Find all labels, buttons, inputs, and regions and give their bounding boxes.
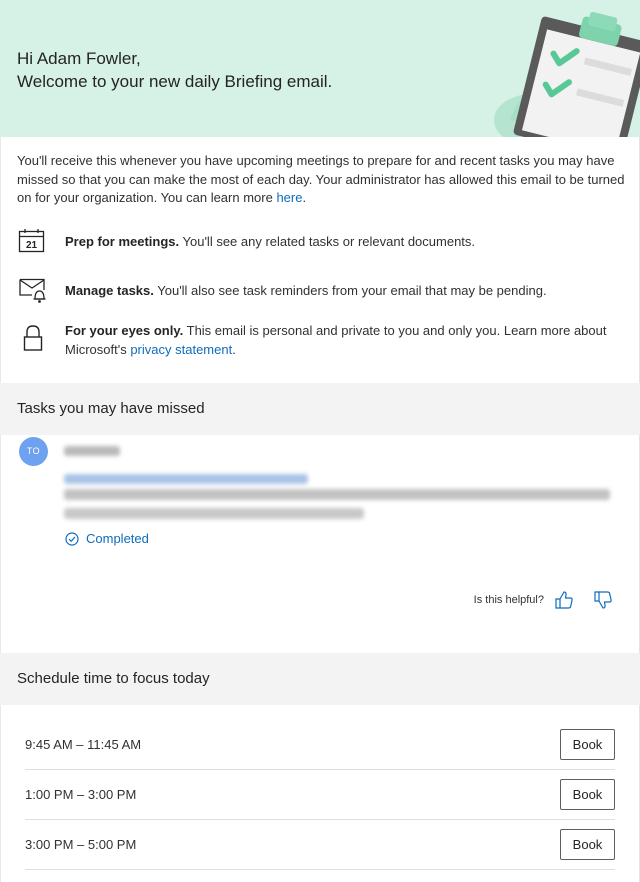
- book-button[interactable]: Book: [560, 729, 615, 760]
- feature-bold: Prep for meetings.: [65, 234, 180, 249]
- tasks-section-header: Tasks you may have missed: [0, 383, 640, 435]
- redacted-subject[interactable]: [64, 474, 308, 484]
- status-label: Completed: [86, 531, 149, 546]
- greeting: Hi Adam Fowler,: [17, 49, 141, 68]
- task-status: Completed: [65, 531, 149, 546]
- feature-desc: You'll also see task reminders from your…: [153, 283, 547, 298]
- feature-text: Prep for meetings. You'll see any relate…: [65, 232, 625, 251]
- redacted-sender: [64, 446, 120, 456]
- welcome-text: Welcome to your new daily Briefing email…: [17, 72, 333, 91]
- mail-bell-icon: [19, 278, 46, 303]
- redacted-body-line: [64, 489, 610, 500]
- intro-end: .: [302, 190, 307, 205]
- calendar-day: 21: [26, 240, 38, 251]
- clipboard-checklist-illustration: [494, 11, 640, 137]
- helpful-prompt: Is this helpful?: [473, 594, 544, 606]
- thumbs-up-icon[interactable]: [553, 589, 575, 611]
- calendar-icon: 21: [18, 229, 45, 253]
- feature-end: .: [232, 342, 236, 357]
- privacy-statement-link[interactable]: privacy statement: [130, 342, 232, 357]
- header-title: Hi Adam Fowler, Welcome to your new dail…: [17, 47, 332, 93]
- lock-icon: [23, 325, 43, 351]
- focus-section-header: Schedule time to focus today: [0, 653, 640, 705]
- focus-slot: 3:00 PM – 5:00 PM Book: [25, 820, 615, 870]
- check-circle-icon: [65, 531, 79, 546]
- avatar: TO: [19, 437, 48, 466]
- slot-time: 1:00 PM – 3:00 PM: [25, 787, 137, 802]
- feature-desc: You'll see any related tasks or relevant…: [179, 234, 476, 249]
- intro-paragraph: You'll receive this whenever you have up…: [17, 152, 625, 208]
- redacted-body-line: [64, 508, 364, 519]
- book-button[interactable]: Book: [560, 829, 615, 860]
- slot-time: 3:00 PM – 5:00 PM: [25, 837, 137, 852]
- tasks-section-title: Tasks you may have missed: [17, 400, 205, 417]
- thumbs-down-icon[interactable]: [592, 589, 614, 611]
- task-card: TO Completed Is this helpful?: [0, 434, 640, 652]
- intro-text: You'll receive this whenever you have up…: [17, 153, 625, 205]
- feature-text: Manage tasks. You'll also see task remin…: [65, 281, 625, 300]
- briefing-header: Hi Adam Fowler, Welcome to your new dail…: [0, 0, 640, 137]
- focus-slot: 1:00 PM – 3:00 PM Book: [25, 770, 615, 820]
- slot-time: 9:45 AM – 11:45 AM: [25, 737, 142, 752]
- feature-bold: For your eyes only.: [65, 323, 184, 338]
- learn-more-link[interactable]: here: [276, 190, 302, 205]
- focus-slot: 9:45 AM – 11:45 AM Book: [25, 720, 615, 770]
- feature-text: For your eyes only. This email is person…: [65, 321, 625, 359]
- book-button[interactable]: Book: [560, 779, 615, 810]
- focus-section-title: Schedule time to focus today: [17, 670, 210, 687]
- feature-bold: Manage tasks.: [65, 283, 154, 298]
